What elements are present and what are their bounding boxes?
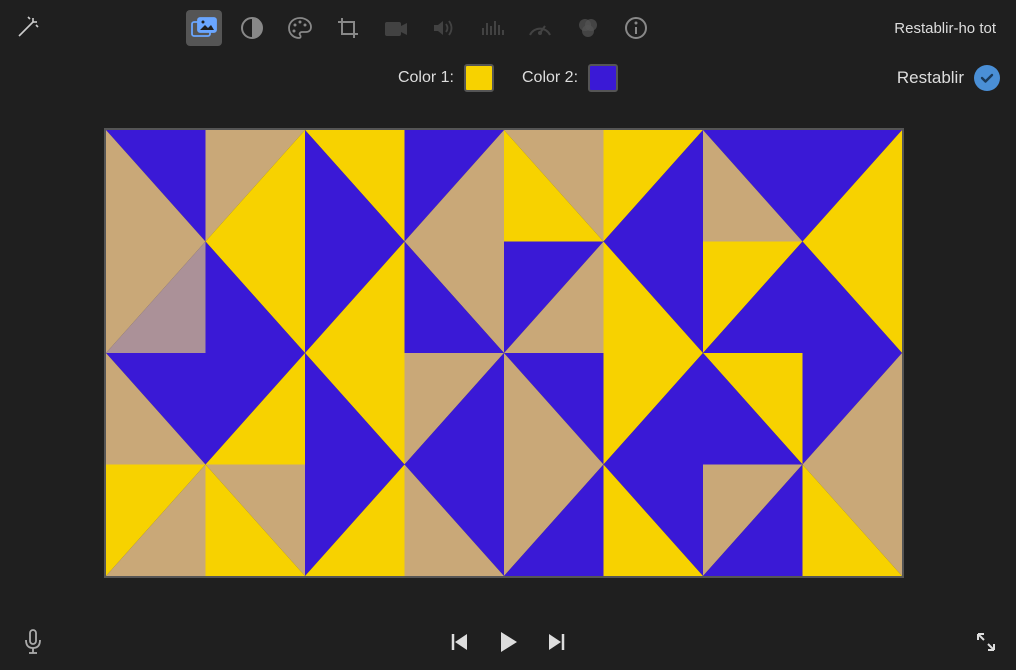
color-circles-icon[interactable] — [570, 10, 606, 46]
expand-icon[interactable] — [974, 630, 998, 654]
main-toolbar: Restablir-ho tot — [0, 0, 1016, 56]
pattern-preview — [106, 130, 902, 576]
volume-icon[interactable] — [426, 10, 462, 46]
equalizer-icon[interactable] — [474, 10, 510, 46]
previous-button[interactable] — [449, 631, 471, 653]
contrast-icon[interactable] — [234, 10, 270, 46]
playback-controls — [449, 629, 567, 655]
speedometer-icon[interactable] — [522, 10, 558, 46]
camera-icon[interactable] — [378, 10, 414, 46]
color2-label: Color 2: — [522, 69, 578, 87]
info-icon[interactable] — [618, 10, 654, 46]
reset-button[interactable]: Restablir — [897, 68, 964, 88]
color1-swatch[interactable] — [464, 64, 494, 92]
color1-label: Color 1: — [398, 69, 454, 87]
palette-icon[interactable] — [282, 10, 318, 46]
sub-toolbar: Color 1: Color 2: Restablir — [0, 56, 1016, 100]
crop-icon[interactable] — [330, 10, 366, 46]
color2-swatch[interactable] — [588, 64, 618, 92]
overlay-icon[interactable] — [186, 10, 222, 46]
apply-check-button[interactable] — [974, 65, 1000, 91]
microphone-icon[interactable] — [18, 627, 48, 657]
color1-group: Color 1: — [398, 64, 494, 92]
next-button[interactable] — [545, 631, 567, 653]
reset-all-button[interactable]: Restablir-ho tot — [894, 20, 1004, 37]
preview-viewer — [104, 128, 904, 578]
tool-group — [186, 10, 654, 46]
color2-group: Color 2: — [522, 64, 618, 92]
magic-wand-icon[interactable] — [12, 13, 42, 43]
bottom-bar — [0, 614, 1016, 670]
reset-group: Restablir — [897, 65, 1000, 91]
play-button[interactable] — [495, 629, 521, 655]
